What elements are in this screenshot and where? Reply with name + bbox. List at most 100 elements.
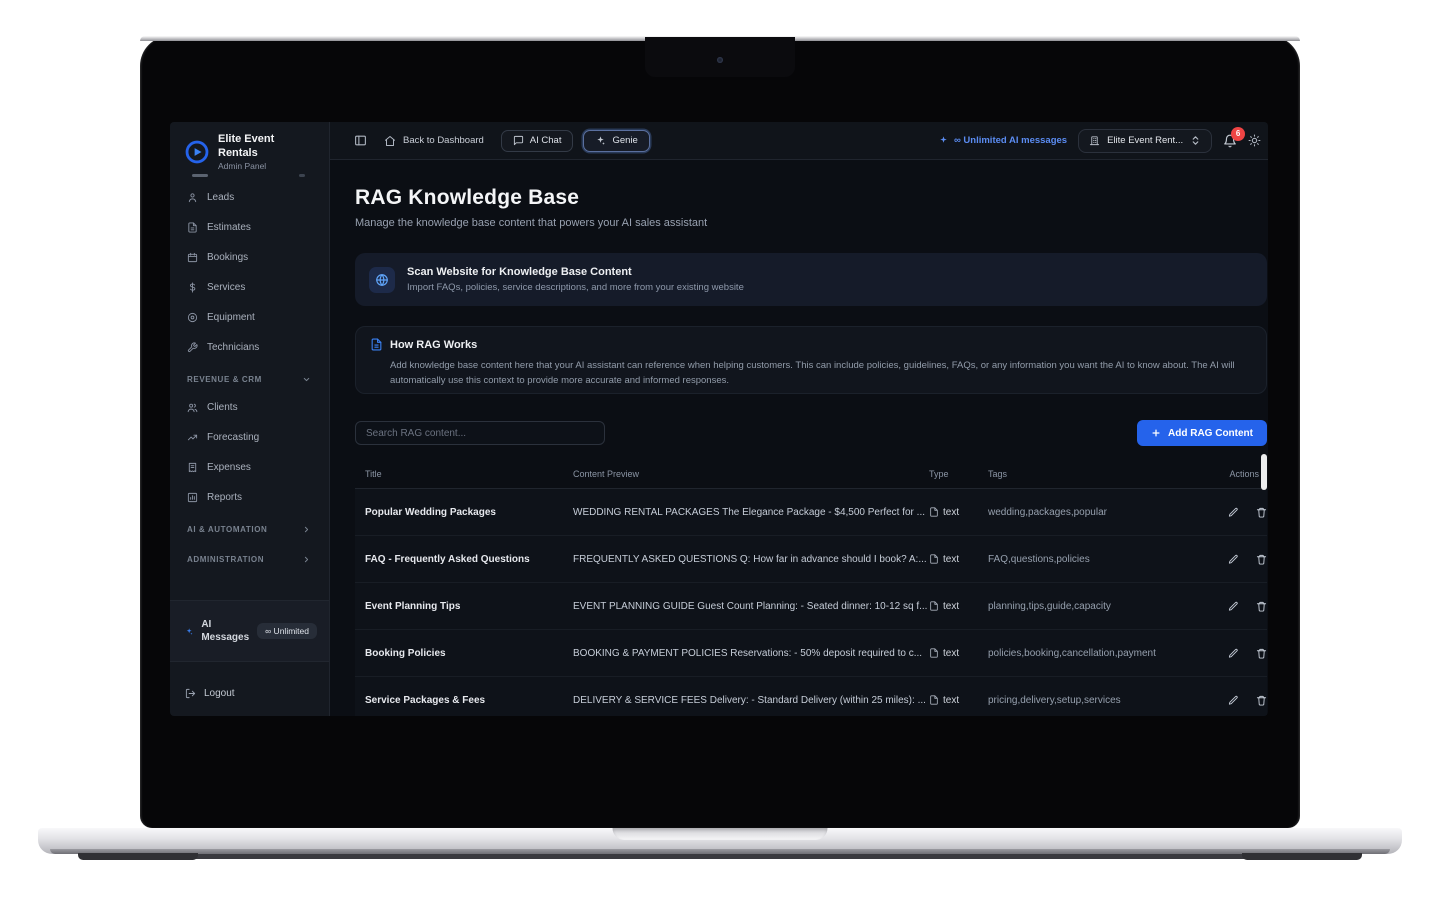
row-title: Service Packages & Fees (355, 695, 573, 706)
table-row[interactable]: Service Packages & Fees DELIVERY & SERVI… (355, 677, 1267, 716)
play-circle-logo-icon (184, 139, 210, 165)
row-preview: DELIVERY & SERVICE FEES Delivery: - Stan… (573, 695, 929, 706)
sparkles-icon (595, 135, 606, 146)
calendar-icon (187, 252, 198, 263)
row-type: text (929, 554, 988, 565)
laptop-base (38, 828, 1402, 854)
table-row[interactable]: Popular Wedding Packages WEDDING RENTAL … (355, 489, 1267, 536)
trash-icon[interactable] (1256, 507, 1267, 518)
stage: Elite Event Rentals Admin Panel Leads Es… (0, 0, 1440, 905)
toolbar: Add RAG Content (355, 420, 1267, 446)
laptop-camera (717, 57, 723, 63)
section-label: AI & AUTOMATION (187, 525, 267, 534)
row-actions (1228, 601, 1268, 612)
dollar-icon (187, 282, 198, 293)
sidebar-item-expenses[interactable]: Expenses (170, 452, 329, 482)
notifications-button[interactable]: 6 (1223, 134, 1237, 148)
banner-subtitle: Import FAQs, policies, service descripti… (407, 282, 744, 293)
how-rag-works-card: How RAG Works Add knowledge base content… (355, 326, 1267, 394)
sidebar-section-revenue-crm[interactable]: REVENUE & CRM (170, 367, 329, 392)
brand-name: Elite Event Rentals (218, 133, 317, 161)
sidebar-item-technicians[interactable]: Technicians (170, 332, 329, 362)
edit-pencil-icon[interactable] (1228, 648, 1239, 659)
col-header-preview: Content Preview (573, 469, 929, 479)
trash-icon[interactable] (1256, 554, 1267, 565)
sidebar-item-bookings[interactable]: Bookings (170, 242, 329, 272)
ai-chat-button[interactable]: AI Chat (501, 130, 574, 152)
scrollbar-thumb[interactable] (1261, 454, 1267, 490)
sidebar-item-label: Technicians (207, 342, 259, 353)
add-rag-content-button[interactable]: Add RAG Content (1137, 420, 1267, 446)
row-tags: wedding,packages,popular (988, 507, 1228, 518)
organization-selector[interactable]: Elite Event Rent... (1078, 129, 1212, 153)
row-title: Booking Policies (355, 648, 573, 659)
receipt-icon (187, 462, 198, 473)
edit-pencil-icon[interactable] (1228, 601, 1239, 612)
laptop-base-strip (158, 854, 1282, 859)
file-text-icon (929, 648, 939, 658)
trash-icon[interactable] (1256, 601, 1267, 612)
edit-pencil-icon[interactable] (1228, 695, 1239, 706)
sidebar-item-label: Forecasting (207, 432, 259, 443)
banner-text: Scan Website for Knowledge Base Content … (407, 266, 744, 293)
sidebar-item-clients[interactable]: Clients (170, 392, 329, 422)
sidebar-item-leads[interactable]: Leads (170, 182, 329, 212)
page-subtitle: Manage the knowledge base content that p… (355, 217, 1268, 229)
clipped-dash (192, 174, 208, 177)
sidebar-item-services[interactable]: Services (170, 272, 329, 302)
sidebar-toggle-icon[interactable] (354, 134, 367, 147)
logout-icon (185, 688, 196, 699)
edit-pencil-icon[interactable] (1228, 507, 1239, 518)
search-input[interactable] (355, 421, 605, 445)
unlimited-badge: ∞ Unlimited (257, 623, 317, 639)
sidebar-logout-button[interactable]: Logout (170, 678, 329, 708)
row-preview: BOOKING & PAYMENT POLICIES Reservations:… (573, 648, 929, 659)
trending-up-icon (187, 432, 198, 443)
wrench-icon (187, 342, 198, 353)
chevron-right-icon (302, 555, 311, 564)
row-type-label: text (943, 648, 959, 659)
table-row[interactable]: FAQ - Frequently Asked Questions FREQUEN… (355, 536, 1267, 583)
admin-app-window: Elite Event Rentals Admin Panel Leads Es… (170, 122, 1268, 716)
table-row[interactable]: Booking Policies BOOKING & PAYMENT POLIC… (355, 630, 1267, 677)
file-text-icon (187, 222, 198, 233)
rag-table: Title Content Preview Type Tags Actions … (355, 460, 1267, 716)
trash-icon[interactable] (1256, 648, 1267, 659)
row-type: text (929, 695, 988, 706)
file-text-icon (929, 507, 939, 517)
sidebar-item-label: Reports (207, 492, 242, 503)
logout-label: Logout (204, 688, 235, 699)
ai-messages-label: AI Messages (201, 618, 249, 644)
table-header-row: Title Content Preview Type Tags Actions (355, 460, 1267, 489)
row-type: text (929, 648, 988, 659)
topbar: Back to Dashboard AI Chat Genie ∞ Unlimi… (330, 122, 1268, 160)
sidebar-item-reports[interactable]: Reports (170, 482, 329, 512)
col-header-tags: Tags (988, 469, 1228, 479)
sidebar-item-forecasting[interactable]: Forecasting (170, 422, 329, 452)
genie-button[interactable]: Genie (583, 130, 649, 152)
sidebar-item-equipment[interactable]: Equipment (170, 302, 329, 332)
sidebar-item-estimates[interactable]: Estimates (170, 212, 329, 242)
infocard-title: How RAG Works (390, 339, 477, 351)
row-title: Popular Wedding Packages (355, 507, 573, 518)
sparkle-icon (185, 625, 193, 638)
sidebar-section-ai-automation[interactable]: AI & AUTOMATION (170, 517, 329, 542)
scan-website-banner[interactable]: Scan Website for Knowledge Base Content … (355, 253, 1267, 306)
infocard-header: How RAG Works (370, 338, 1252, 351)
row-actions (1228, 507, 1268, 518)
sidebar-section-administration[interactable]: ADMINISTRATION (170, 547, 329, 572)
edit-pencil-icon[interactable] (1228, 554, 1239, 565)
file-text-icon (929, 554, 939, 564)
row-preview: FREQUENTLY ASKED QUESTIONS Q: How far in… (573, 554, 929, 565)
back-to-dashboard-link[interactable]: Back to Dashboard (384, 135, 484, 147)
sidebar-item-label: Expenses (207, 462, 251, 473)
building-icon (1089, 135, 1100, 146)
trash-icon[interactable] (1256, 695, 1267, 706)
table-row[interactable]: Event Planning Tips EVENT PLANNING GUIDE… (355, 583, 1267, 630)
chat-bubble-icon (513, 135, 524, 146)
globe-icon (375, 273, 389, 287)
row-tags: policies,booking,cancellation,payment (988, 648, 1228, 659)
theme-toggle-icon[interactable] (1248, 134, 1261, 147)
row-type-label: text (943, 507, 959, 518)
home-icon (384, 135, 396, 147)
